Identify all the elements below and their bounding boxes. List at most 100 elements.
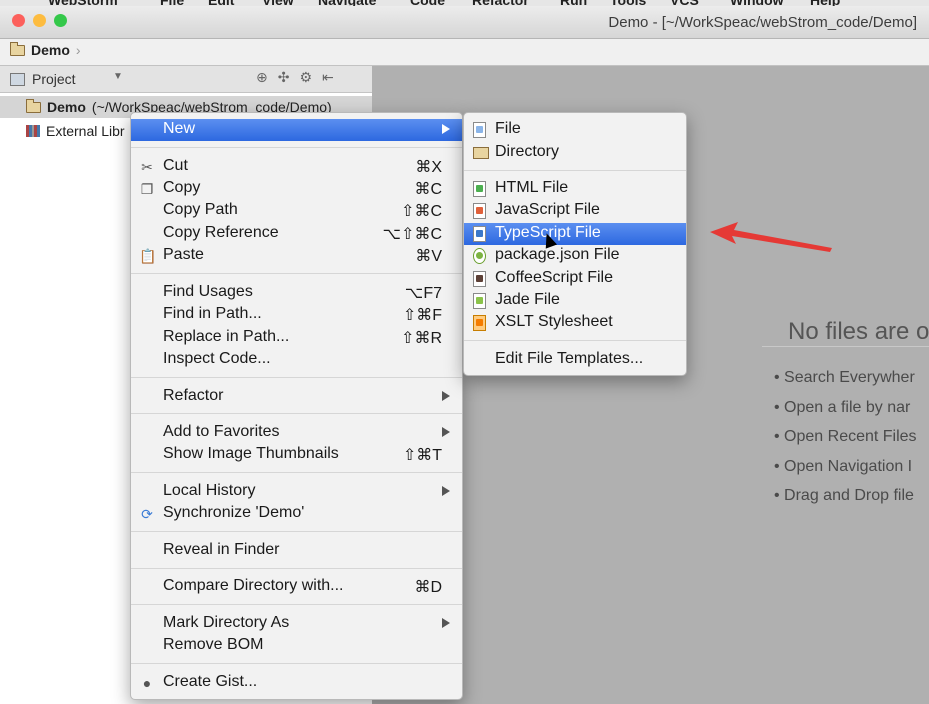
menu-item-new[interactable]: New	[131, 119, 462, 141]
typescript-file-icon	[473, 226, 486, 242]
collapse-all-icon[interactable]: ✣	[278, 69, 300, 85]
tree-node-name: External Libr	[46, 123, 125, 139]
menu-item-paste[interactable]: 📋 Paste ⌘V	[131, 245, 462, 267]
submenu-item-html-file[interactable]: HTML File	[464, 178, 686, 200]
project-view-selector[interactable]: Project	[32, 71, 76, 87]
menu-item-label: Refactor	[163, 387, 224, 404]
submenu-item-typescript-file[interactable]: TypeScript File	[464, 223, 686, 245]
javascript-file-icon	[473, 203, 486, 219]
project-icon	[10, 73, 25, 86]
menu-shortcut: ⇧⌘C	[401, 203, 442, 220]
context-menu: New ✂ Cut ⌘X ❐ Copy ⌘C Copy Path ⇧⌘C Cop…	[130, 112, 463, 700]
submenu-arrow-icon	[442, 486, 450, 496]
menu-shortcut: ⇧⌘R	[401, 330, 442, 347]
menu-separator	[131, 472, 462, 473]
tip-recent-files: Open Recent Files	[774, 428, 917, 446]
menu-separator	[131, 604, 462, 605]
submenu-item-xslt-stylesheet[interactable]: XSLT Stylesheet	[464, 312, 686, 334]
library-icon	[26, 125, 40, 137]
empty-editor-title: No files are o	[788, 318, 929, 345]
menu-item-label: package.json File	[495, 246, 620, 263]
breadcrumb-label: Demo	[31, 42, 70, 58]
jade-file-icon	[473, 293, 486, 309]
chevron-down-icon[interactable]: ▼	[113, 71, 123, 82]
menu-item-label: XSLT Stylesheet	[495, 313, 613, 330]
menu-separator	[131, 568, 462, 569]
submenu-item-file[interactable]: File	[464, 119, 686, 141]
package-json-icon	[473, 248, 486, 264]
menu-item-label: Add to Favorites	[163, 423, 280, 440]
menu-item-label: Find Usages	[163, 283, 253, 300]
hide-panel-icon[interactable]: ⇤	[322, 69, 344, 85]
menu-item-label: JavaScript File	[495, 201, 600, 218]
minimize-window-button[interactable]	[33, 14, 46, 27]
project-panel-header: Project ▼ ⊕✣⚙⇤	[0, 66, 372, 93]
menu-item-copy-reference[interactable]: Copy Reference ⌥⇧⌘C	[131, 223, 462, 245]
menu-separator	[131, 147, 462, 148]
submenu-item-jade-file[interactable]: Jade File	[464, 290, 686, 312]
window-titlebar: Demo - [~/WorkSpeac/webStrom_code/Demo]	[0, 6, 929, 39]
menu-item-label: File	[495, 120, 521, 137]
scroll-from-source-icon[interactable]: ⊕	[256, 69, 278, 85]
folder-icon	[473, 147, 489, 159]
menu-shortcut: ⌘D	[414, 579, 442, 596]
menu-shortcut: ⌥⇧⌘C	[382, 226, 442, 243]
zoom-window-button[interactable]	[54, 14, 67, 27]
navigation-bar: Demo ›	[0, 39, 929, 66]
panel-tools: ⊕✣⚙⇤	[256, 69, 344, 86]
menu-item-copy-path[interactable]: Copy Path ⇧⌘C	[131, 200, 462, 222]
menu-item-replace-in-path[interactable]: Replace in Path... ⇧⌘R	[131, 327, 462, 349]
menu-item-label: Mark Directory As	[163, 614, 290, 631]
menu-separator	[131, 273, 462, 274]
menu-item-show-image-thumbnails[interactable]: Show Image Thumbnails ⇧⌘T	[131, 444, 462, 466]
menu-shortcut: ⌘C	[414, 181, 442, 198]
gear-icon[interactable]: ⚙	[299, 69, 322, 85]
submenu-item-coffeescript-file[interactable]: CoffeeScript File	[464, 268, 686, 290]
menu-item-label: Synchronize 'Demo'	[163, 504, 305, 521]
menu-item-label: Local History	[163, 482, 256, 499]
file-icon	[473, 122, 486, 138]
submenu-item-directory[interactable]: Directory	[464, 142, 686, 164]
menu-item-remove-bom[interactable]: Remove BOM	[131, 635, 462, 657]
coffeescript-file-icon	[473, 271, 486, 287]
breadcrumb-chevron-icon: ›	[75, 42, 81, 58]
submenu-arrow-icon	[442, 391, 450, 401]
menu-separator	[131, 531, 462, 532]
submenu-arrow-icon	[442, 427, 450, 437]
submenu-item-package-json[interactable]: package.json File	[464, 245, 686, 267]
menu-separator	[131, 663, 462, 664]
menu-item-local-history[interactable]: Local History	[131, 481, 462, 503]
menu-item-label: Inspect Code...	[163, 350, 271, 367]
menu-separator	[464, 170, 686, 171]
submenu-arrow-icon	[442, 618, 450, 628]
submenu-arrow-icon	[442, 124, 450, 134]
breadcrumb[interactable]: Demo ›	[10, 41, 81, 58]
menu-item-inspect-code[interactable]: Inspect Code...	[131, 349, 462, 371]
menu-item-refactor[interactable]: Refactor	[131, 386, 462, 408]
submenu-item-edit-file-templates[interactable]: Edit File Templates...	[464, 349, 686, 371]
menu-item-cut[interactable]: ✂ Cut ⌘X	[131, 156, 462, 178]
close-window-button[interactable]	[12, 14, 25, 27]
tree-node-name: Demo	[47, 99, 86, 115]
menu-item-create-gist[interactable]: ● Create Gist...	[131, 672, 462, 694]
menu-item-synchronize[interactable]: ⟳ Synchronize 'Demo'	[131, 503, 462, 525]
menu-item-copy[interactable]: ❐ Copy ⌘C	[131, 178, 462, 200]
menu-item-add-to-favorites[interactable]: Add to Favorites	[131, 422, 462, 444]
menu-item-find-in-path[interactable]: Find in Path... ⇧⌘F	[131, 304, 462, 326]
tip-open-file: Open a file by nar	[774, 399, 910, 417]
menu-item-reveal-in-finder[interactable]: Reveal in Finder	[131, 540, 462, 562]
new-submenu: File Directory HTML File JavaScript File…	[463, 112, 687, 376]
menu-item-label: Remove BOM	[163, 636, 264, 653]
divider	[762, 346, 929, 347]
menu-item-label: CoffeeScript File	[495, 269, 613, 286]
submenu-item-javascript-file[interactable]: JavaScript File	[464, 200, 686, 222]
tree-node-external-libraries[interactable]: External Libr	[26, 120, 125, 142]
menu-item-find-usages[interactable]: Find Usages ⌥F7	[131, 282, 462, 304]
paste-icon: 📋	[139, 248, 157, 264]
copy-icon: ❐	[140, 181, 154, 197]
tip-drag-drop: Drag and Drop file	[774, 487, 914, 505]
menu-shortcut: ⌘X	[415, 159, 442, 176]
menu-shortcut: ⇧⌘F	[402, 307, 442, 324]
menu-item-compare-directory[interactable]: Compare Directory with... ⌘D	[131, 576, 462, 598]
menu-item-mark-directory-as[interactable]: Mark Directory As	[131, 613, 462, 635]
